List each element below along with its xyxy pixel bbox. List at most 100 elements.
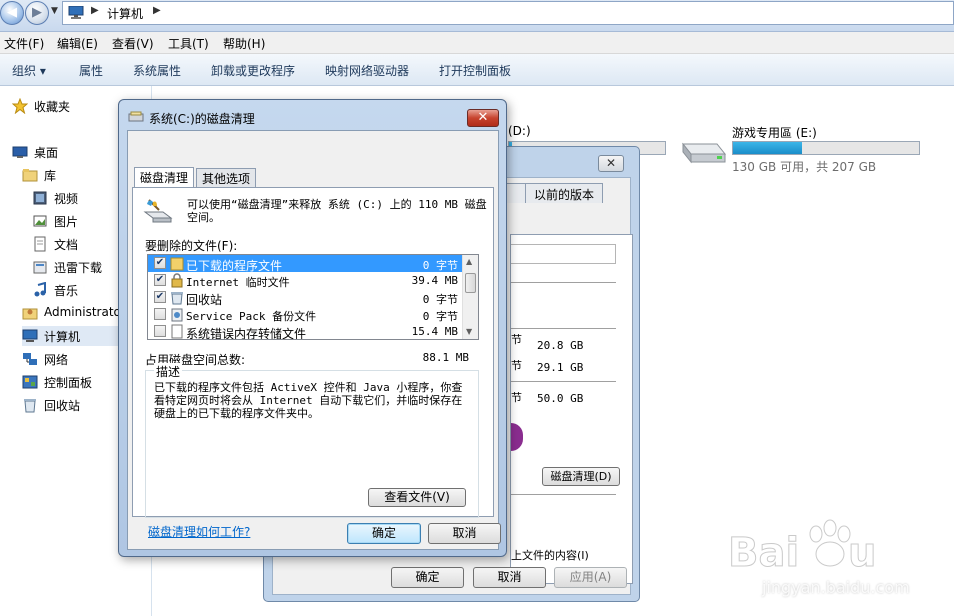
checkbox[interactable]: ✔ <box>154 257 166 269</box>
uninstall-program-button[interactable]: 卸载或更改程序 <box>211 62 295 79</box>
description-text: 已下载的程序文件包括 ActiveX 控件和 Java 小程序，你查看特定网页时… <box>154 381 463 420</box>
properties-apply-button[interactable]: 应用(A) <box>554 567 627 588</box>
computer-icon <box>68 6 84 19</box>
description-group: 描述 已下载的程序文件包括 ActiveX 控件和 Java 小程序，你查看特定… <box>145 363 479 518</box>
dialog-title: 系统(C:)的磁盘清理 <box>149 112 255 126</box>
hard-drive-icon[interactable] <box>677 134 727 170</box>
list-item[interactable]: ✔ Internet 临时文件 39.4 MB <box>148 272 464 289</box>
capacity-suffix: 节 <box>511 391 522 404</box>
music-icon <box>34 282 46 297</box>
pictures-icon <box>33 215 47 227</box>
command-bar: 组织 ▾ 属性 系统属性 卸载或更改程序 映射网络驱动器 打开控制面板 <box>0 54 954 86</box>
checkbox[interactable]: ✔ <box>154 274 166 286</box>
backup-icon <box>171 308 183 322</box>
download-icon <box>33 261 47 274</box>
used-space-suffix: 节 <box>511 333 522 346</box>
watermark-text: jingyan.baidu.com <box>762 578 910 597</box>
drive-e-label[interactable]: 游戏专用區 (E:) <box>732 124 817 141</box>
menu-edit[interactable]: 编辑(E) <box>57 35 98 52</box>
scroll-up-icon[interactable]: ▲ <box>466 257 472 266</box>
library-icon <box>22 169 38 182</box>
cleanup-cancel-button[interactable]: 取消 <box>428 523 501 544</box>
list-item[interactable]: Service Pack 备份文件 0 字节 <box>148 306 464 323</box>
map-network-drive-button[interactable]: 映射网络驱动器 <box>325 62 409 79</box>
menu-bar: 文件(F) 编辑(E) 查看(V) 工具(T) 帮助(H) <box>0 32 954 54</box>
dialog-body: 磁盘清理 其他选项 可以使用“磁盘清理”来释放 系统 (C:) 上的 110 M… <box>127 130 501 550</box>
breadcrumb-computer[interactable]: 计算机 <box>107 5 143 22</box>
checkbox[interactable] <box>154 325 166 337</box>
drive-e-free-space: 130 GB 可用，共 207 GB <box>732 160 877 174</box>
menu-file[interactable]: 文件(F) <box>4 35 44 52</box>
address-input[interactable]: ▶ 计算机 ▶ <box>62 1 954 25</box>
files-to-delete-list[interactable]: ✔ 已下载的程序文件 0 字节 ✔ Internet 临时文件 39.4 MB … <box>147 254 479 340</box>
organize-button[interactable]: 组织 ▾ <box>12 62 46 79</box>
desktop-icon <box>12 146 28 158</box>
free-space-suffix: 节 <box>511 359 522 372</box>
cleanup-ok-button[interactable]: 确定 <box>347 523 421 544</box>
forward-button[interactable]: ▶ <box>25 1 49 25</box>
back-button[interactable]: ◀ <box>0 1 24 25</box>
disk-cleanup-panel: 可以使用“磁盘清理”来释放 系统 (C:) 上的 110 MB 磁盘空间。 要删… <box>132 187 494 518</box>
properties-button[interactable]: 属性 <box>79 62 103 79</box>
recycle-bin-icon <box>171 292 183 305</box>
disk-cleanup-dialog: 系统(C:)的磁盘清理 ✕ 磁盘清理 其他选项 可以使用“磁盘清理”来释放 系统… <box>118 99 507 557</box>
scroll-thumb[interactable] <box>465 273 476 293</box>
scroll-down-icon[interactable]: ▼ <box>466 327 472 336</box>
open-control-panel-button[interactable]: 打开控制面板 <box>439 62 511 79</box>
drive-name-input[interactable] <box>511 244 616 264</box>
drive-d-label[interactable]: (D:) <box>508 124 531 138</box>
list-item[interactable]: ✔ 回收站 0 字节 <box>148 289 464 307</box>
list-item[interactable]: ✔ 已下载的程序文件 0 字节 <box>148 255 464 273</box>
tab-disk-cleanup[interactable]: 磁盘清理 <box>134 167 195 187</box>
computer-icon <box>22 329 38 342</box>
document-icon <box>34 236 46 252</box>
separator <box>511 282 616 283</box>
network-icon <box>23 353 37 365</box>
intro-text: 可以使用“磁盘清理”来释放 系统 (C:) 上的 110 MB 磁盘空间。 <box>187 198 487 224</box>
menu-view[interactable]: 查看(V) <box>112 35 154 52</box>
how-disk-cleanup-works-link[interactable]: 磁盘清理如何工作? <box>148 523 250 540</box>
disk-cleanup-icon <box>128 111 144 122</box>
properties-close-button[interactable]: ✕ <box>598 155 624 172</box>
compress-option-label[interactable]: 上文件的内容(I) <box>511 547 589 563</box>
breadcrumb-chevron-icon[interactable]: ▶ <box>153 5 161 16</box>
recent-pages-dropdown[interactable]: ▼ <box>51 6 58 16</box>
star-icon <box>12 98 28 114</box>
drive-e-usage-fill <box>733 142 802 154</box>
menu-tools[interactable]: 工具(T) <box>168 35 209 52</box>
pie-chart-slice <box>511 423 523 451</box>
control-panel-icon <box>22 375 38 389</box>
free-space-value: 29.1 GB <box>537 361 584 374</box>
drive-e-usage-bar <box>732 141 920 155</box>
system-properties-button[interactable]: 系统属性 <box>133 62 181 79</box>
address-bar-region: ◀ ▶ ▼ ▶ 计算机 ▶ <box>0 0 954 32</box>
description-title: 描述 <box>154 363 183 380</box>
svg-text:Bai: Bai <box>728 530 799 576</box>
lock-icon <box>171 273 183 288</box>
properties-ok-button[interactable]: 确定 <box>391 567 464 588</box>
svg-text:u: u <box>848 530 876 576</box>
properties-cancel-button[interactable]: 取消 <box>473 567 546 588</box>
list-item[interactable]: 系统错误内存转储文件 15.4 MB <box>148 323 464 339</box>
used-space-value: 20.8 GB <box>537 339 584 352</box>
video-icon <box>33 191 47 205</box>
checkbox[interactable]: ✔ <box>154 291 166 303</box>
properties-general-panel: 节 20.8 GB 节 29.1 GB 节 50.0 GB 磁盘清理(D) 上文… <box>510 234 633 584</box>
capacity-value: 50.0 GB <box>537 392 584 405</box>
list-scrollbar[interactable]: ▲ ▼ <box>462 255 478 339</box>
view-files-button[interactable]: 查看文件(V) <box>368 488 466 507</box>
file-icon <box>171 324 183 339</box>
user-icon <box>22 308 38 320</box>
tab-previous-versions[interactable]: 以前的版本 <box>525 183 604 203</box>
breadcrumb-chevron-icon[interactable]: ▶ <box>91 5 99 16</box>
separator <box>511 328 616 329</box>
menu-help[interactable]: 帮助(H) <box>223 35 265 52</box>
recycle-bin-icon <box>24 399 36 413</box>
checkbox[interactable] <box>154 308 166 320</box>
dialog-close-button[interactable]: ✕ <box>467 109 499 127</box>
tab-more-options[interactable]: 其他选项 <box>196 168 257 187</box>
files-to-delete-label: 要删除的文件(F): <box>145 239 238 253</box>
disk-cleanup-large-icon <box>143 199 173 223</box>
folder-icon <box>170 257 184 271</box>
disk-cleanup-button[interactable]: 磁盘清理(D) <box>542 467 620 486</box>
